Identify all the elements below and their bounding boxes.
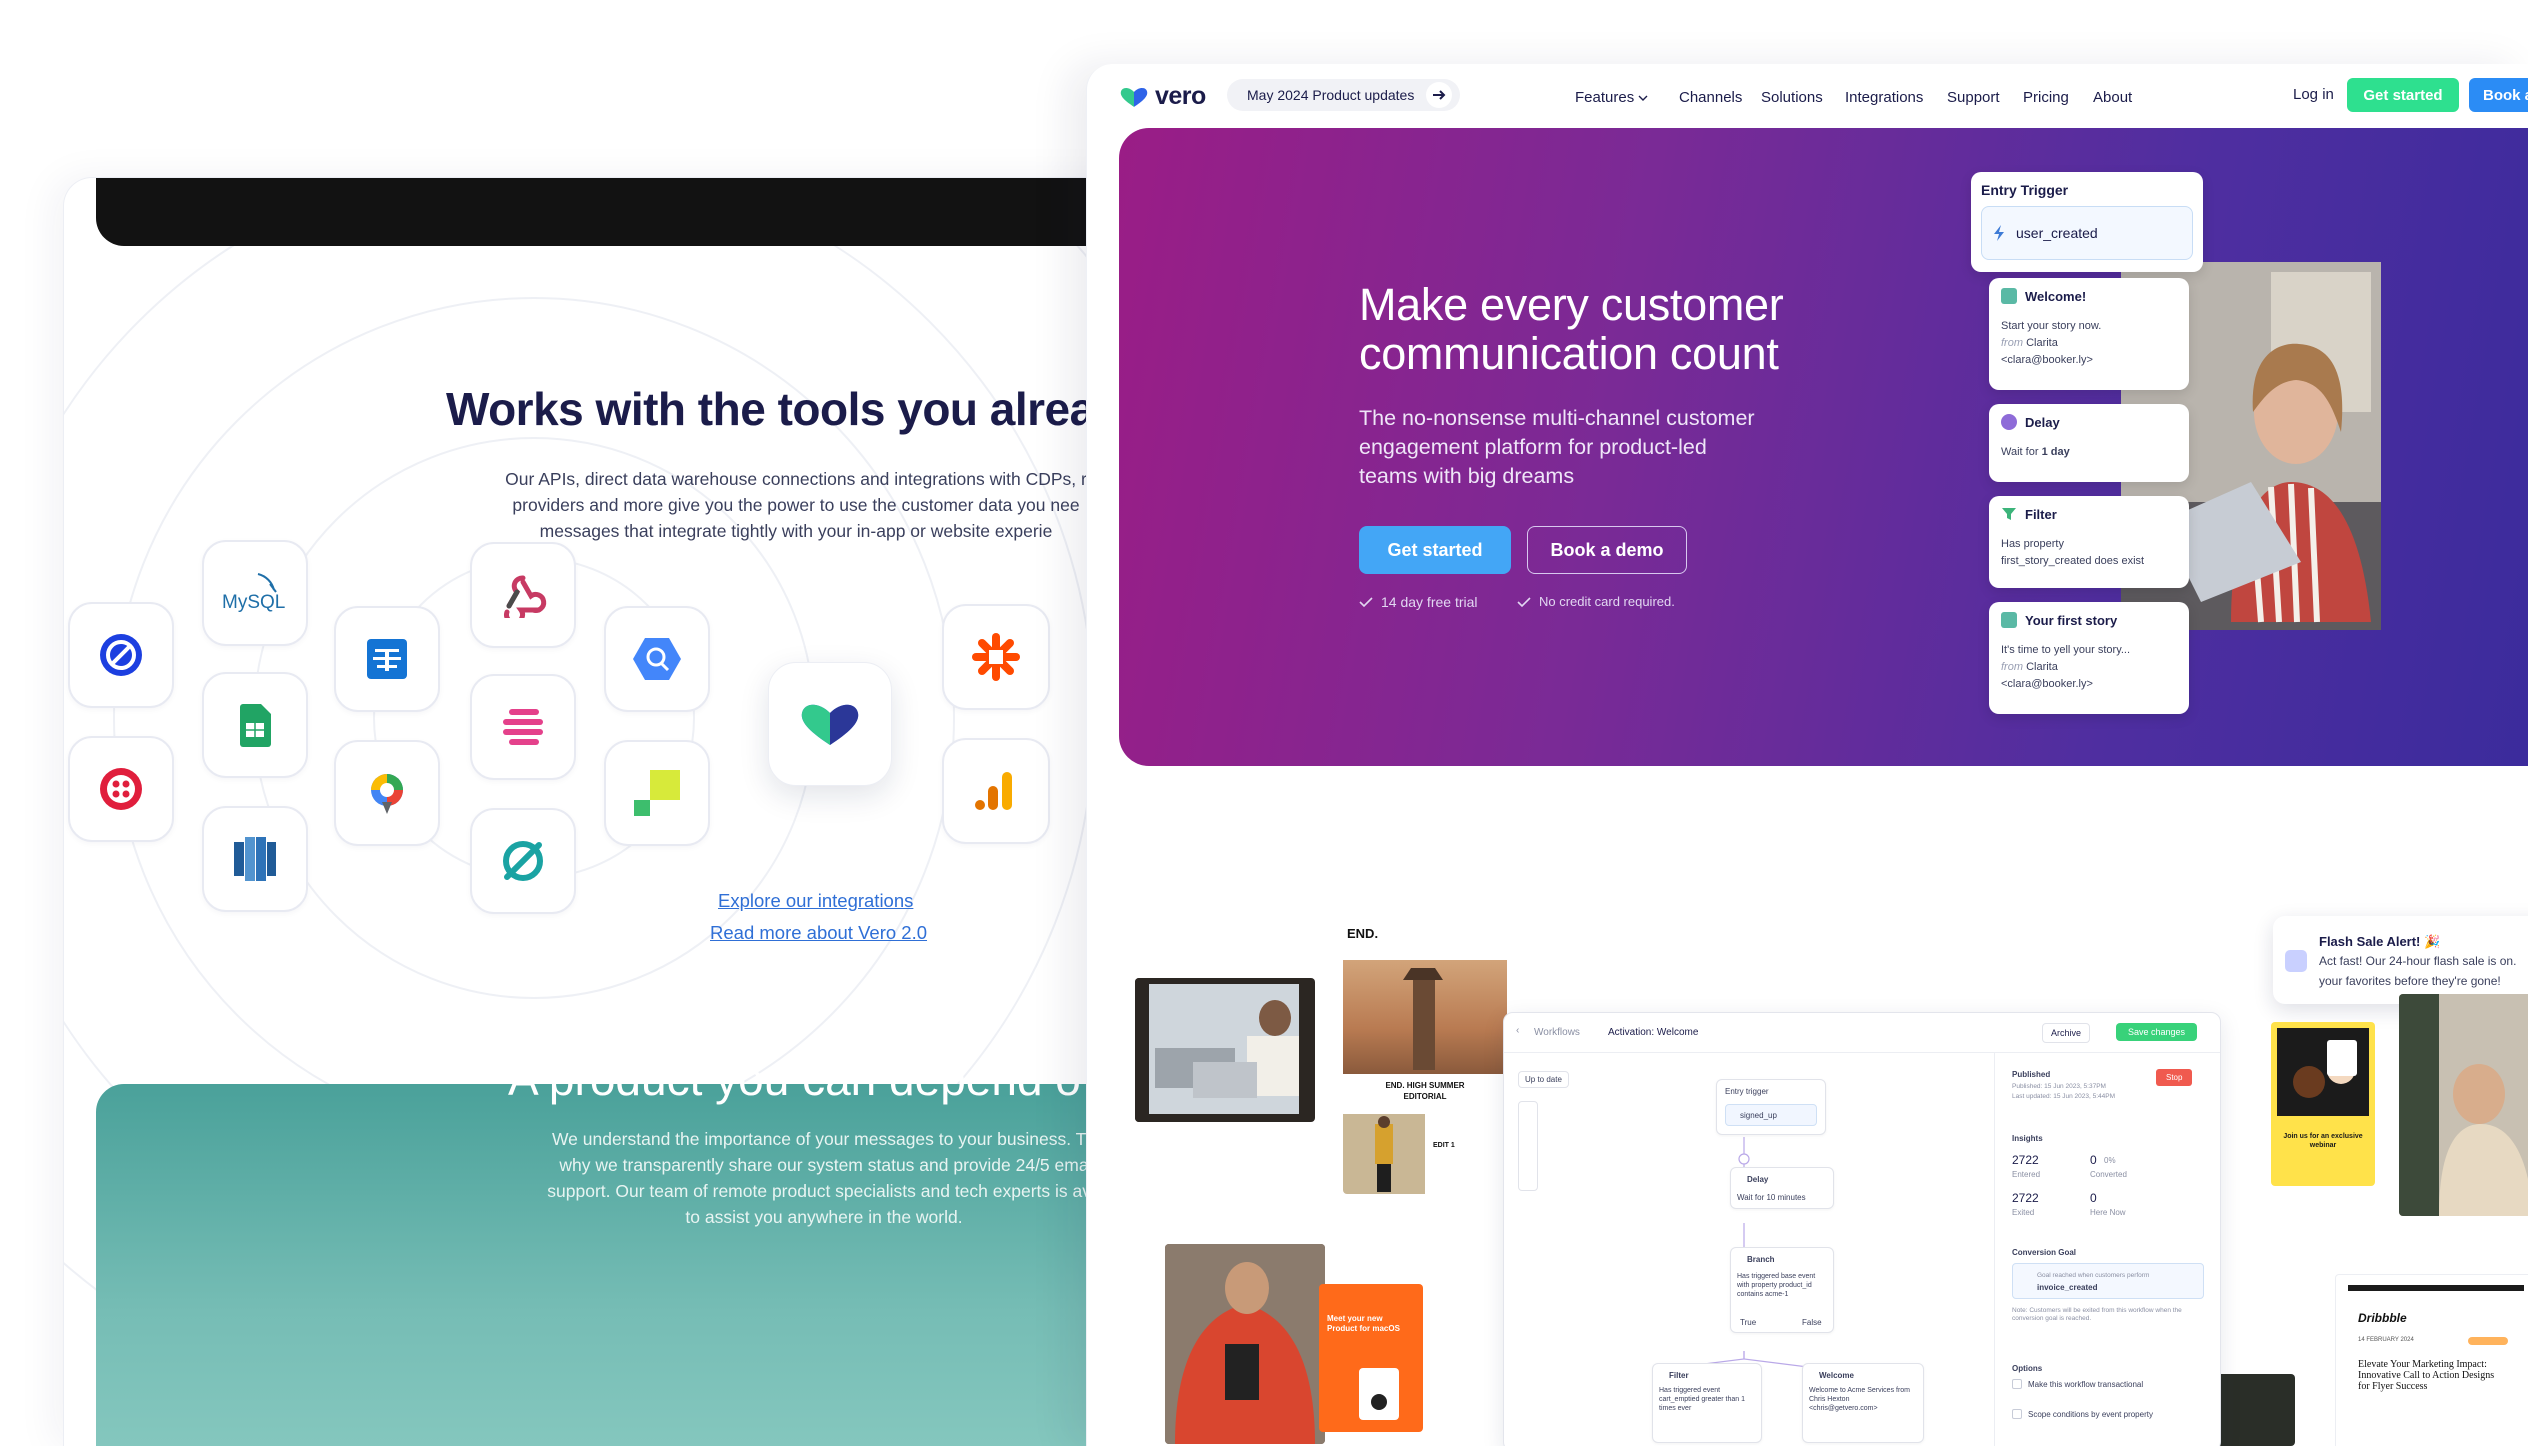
nav-pricing[interactable]: Pricing (2023, 89, 2069, 106)
read-more-vero-link[interactable]: Read more about Vero 2.0 (710, 922, 927, 944)
integration-redshift-icon[interactable] (202, 806, 308, 912)
integration-mysql-icon[interactable]: MySQL (202, 540, 308, 646)
integration-segment-icon[interactable] (68, 602, 174, 708)
integration-census-icon[interactable] (470, 808, 576, 914)
integration-looker-icon[interactable] (334, 740, 440, 846)
phone-photo (1165, 1244, 1325, 1444)
integration-zapier-icon[interactable] (942, 604, 1050, 710)
section-description: Our APIs, direct data warehouse connecti… (505, 469, 1087, 541)
trigger-value-field: user_created (1981, 206, 2193, 260)
integration-google-sheets-icon[interactable] (202, 672, 308, 778)
webinar-illustration (2277, 1028, 2369, 1116)
top-nav: vero May 2024 Product updates Features C… (1087, 64, 2528, 128)
delay-node[interactable]: Delay Wait for 10 minutes (1730, 1167, 1834, 1209)
workflow-editor: ‹ Workflows Activation: Welcome Archive … (1503, 1012, 2221, 1446)
laptop-photo (1135, 978, 1315, 1122)
entry-trigger-card: Entry Trigger user_created (1971, 172, 2203, 272)
reliability-title: A product you can depend o (508, 1053, 1081, 1105)
nav-support[interactable]: Support (1947, 89, 2000, 106)
flash-sale-notification: Flash Sale Alert! 🎉 Act fast! Our 24-hou… (2273, 916, 2528, 1004)
archive-button[interactable]: Archive (2042, 1023, 2091, 1043)
check-icon (1517, 596, 1531, 607)
svg-text:MySQL: MySQL (222, 592, 285, 613)
stop-button[interactable]: Stop (2156, 1069, 2193, 1086)
macos-illustration (1359, 1368, 1399, 1420)
delay-card: Delay Wait for 1 day (1989, 404, 2189, 482)
cafe-photo (2399, 994, 2528, 1216)
reliability-description: We understand the importance of your mes… (547, 1129, 1101, 1227)
nav-channels[interactable]: Channels (1679, 89, 1742, 106)
product-updates-pill[interactable]: May 2024 Product updates (1227, 79, 1461, 111)
conversion-goal-field[interactable]: Goal reached when customers perform invo… (2012, 1263, 2204, 1299)
integration-webhooks-icon[interactable] (470, 542, 576, 648)
integration-google-analytics-icon[interactable] (942, 738, 1050, 844)
nav-features[interactable]: Features (1575, 89, 1648, 106)
section-title: Works with the tools you alrea (446, 383, 1095, 435)
login-link[interactable]: Log in (2293, 86, 2334, 103)
filter-node[interactable]: Filter Has triggered event cart_emptied … (1652, 1363, 1762, 1443)
webinar-email: Join us for an exclusive webinar (2271, 1022, 2375, 1186)
email-icon (2001, 612, 2017, 628)
editorial-hero-image (1343, 960, 1507, 1074)
book-demo-button[interactable]: Book a (2469, 78, 2528, 112)
chevron-down-icon (1638, 95, 1648, 101)
scope-conditions-checkbox[interactable] (2012, 1409, 2022, 1419)
plant-photo (2215, 1374, 2295, 1446)
email-icon (2001, 288, 2017, 304)
back-icon[interactable]: ‹ (1516, 1025, 1519, 1036)
nav-integrations[interactable]: Integrations (1845, 89, 1923, 106)
explore-integrations-link[interactable]: Explore our integrations (718, 890, 913, 912)
workflow-title: Activation: Welcome (1608, 1027, 1699, 1038)
macos-product-email: Meet your new Product for macOS (1319, 1284, 1423, 1432)
vero-homepage: vero May 2024 Product updates Features C… (1086, 64, 2528, 1446)
integration-twilio-icon[interactable] (68, 736, 174, 842)
clock-icon (2001, 414, 2017, 430)
welcome-node[interactable]: Welcome Welcome to Acme Services from Ch… (1802, 1363, 1924, 1443)
integration-databox-icon[interactable] (334, 606, 440, 712)
notification-app-icon (2285, 950, 2307, 972)
hero-subtitle: The no-nonsense multi-channel customer e… (1359, 406, 1755, 488)
arrow-right-icon (1426, 82, 1453, 108)
editorial-model-image (1343, 1114, 1425, 1194)
filter-icon (2002, 508, 2016, 520)
hero-book-demo-button[interactable]: Book a demo (1527, 526, 1687, 574)
vero-heart-icon (1120, 87, 1148, 107)
hero-title: Make every customer communication count (1359, 279, 1784, 379)
first-story-email-card: Your first story It's time to yell your … (1989, 602, 2189, 714)
entry-trigger-node[interactable]: Entry trigger signed_up (1716, 1079, 1826, 1135)
end-editorial-email: END. END. HIGH SUMMER EDITORIAL EDIT 1 (1343, 924, 1507, 1194)
welcome-email-card: Welcome! Start your story now. from Clar… (1989, 278, 2189, 390)
filter-card: Filter Has property first_story_created … (1989, 496, 2189, 588)
nav-solutions[interactable]: Solutions (1761, 89, 1823, 106)
hero-get-started-button[interactable]: Get started (1359, 526, 1511, 574)
workflow-toolbar: ‹ Workflows Activation: Welcome Archive … (1504, 1013, 2220, 1053)
up-to-date-badge: Up to date (1518, 1071, 1569, 1088)
lightning-icon (1994, 225, 2004, 241)
dribbble-email: Dribbble 14 FEBRUARY 2024 Elevate Your M… (2335, 1274, 2528, 1446)
transactional-checkbox[interactable] (2012, 1379, 2022, 1389)
dark-banner (96, 178, 1144, 246)
vero-logo-tile (768, 662, 892, 786)
integration-bigquery-icon[interactable] (604, 606, 710, 712)
save-changes-button[interactable]: Save changes (2116, 1023, 2198, 1041)
zoom-controls[interactable] (1518, 1101, 1538, 1191)
free-trial-note: 14 day free trial (1359, 594, 1478, 610)
hero-banner: Make every customer communication count … (1119, 128, 2528, 766)
get-started-button[interactable]: Get started (2347, 78, 2459, 112)
check-icon (1359, 597, 1373, 608)
integration-segment-data-icon[interactable] (604, 740, 710, 846)
nav-about[interactable]: About (2093, 89, 2132, 106)
no-credit-card-note: No credit card required. (1517, 594, 1675, 609)
vero-logo[interactable]: vero (1119, 82, 1206, 111)
integrations-section: Works with the tools you alrea Our APIs,… (64, 178, 1144, 1446)
integration-hightouch-icon[interactable] (470, 674, 576, 780)
breadcrumb[interactable]: Workflows (1534, 1027, 1580, 1038)
